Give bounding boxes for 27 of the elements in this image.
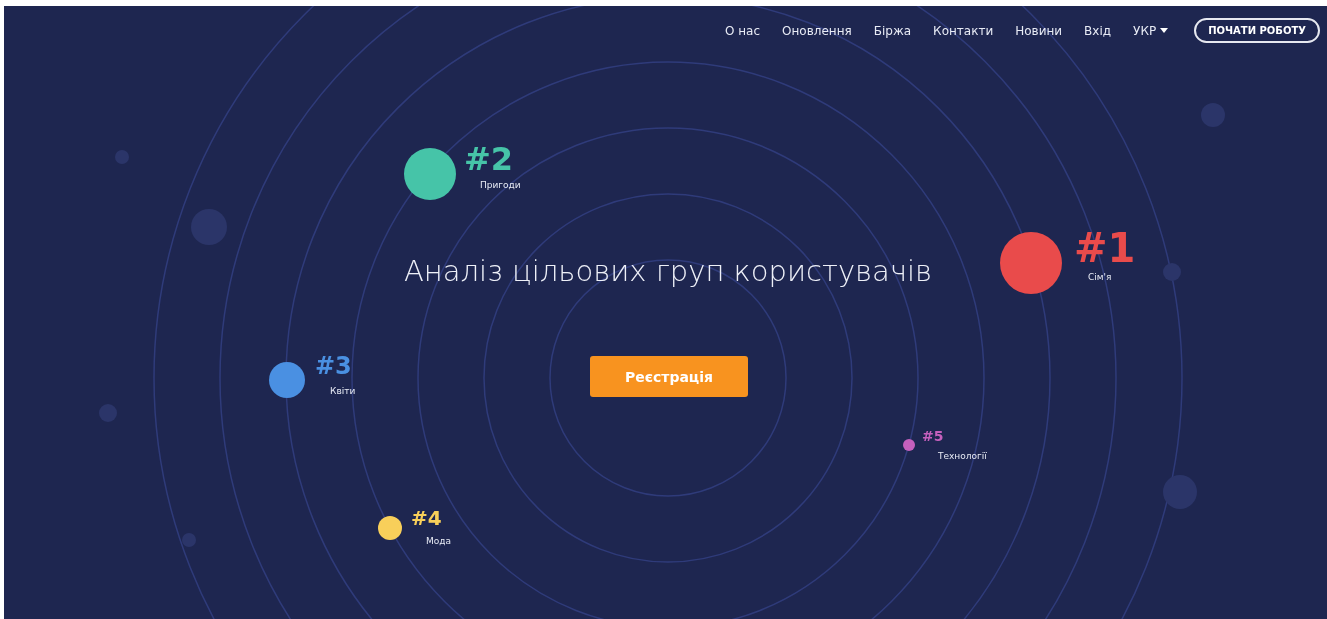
group-label: Сім'я	[1088, 272, 1112, 282]
decorative-dot-icon	[99, 404, 117, 422]
decorative-dot-icon	[182, 533, 196, 547]
language-selector[interactable]: УКР	[1133, 23, 1169, 38]
nav-link[interactable]: Оновлення	[782, 23, 852, 38]
caret-icon	[1160, 28, 1169, 33]
decorative-dot-icon	[1163, 263, 1181, 281]
nav-link[interactable]: О нас	[725, 23, 761, 38]
group-rank: #1	[1074, 228, 1136, 268]
start-button[interactable]: ПОЧАТИ РОБОТУ	[1194, 18, 1320, 43]
group-rank: #2	[464, 143, 514, 175]
group-label: Пригоди	[480, 180, 521, 190]
decorative-dot-icon	[1163, 475, 1197, 509]
hero-title: Аналіз цільових груп користувачів	[403, 254, 933, 288]
group-label: Квіти	[330, 386, 356, 396]
group-label: Мода	[426, 536, 451, 546]
group-rank: #5	[922, 429, 944, 443]
nav-link[interactable]: Новини	[1015, 23, 1063, 38]
nav-link[interactable]: Вхід	[1084, 23, 1112, 38]
nav-link[interactable]: Контакти	[933, 23, 994, 38]
nav-link[interactable]: Біржа	[873, 23, 912, 38]
group-label: Технології	[938, 451, 987, 461]
decorative-dot-icon	[1201, 103, 1225, 127]
group-rank: #4	[411, 508, 442, 528]
decorative-dot-icon	[115, 150, 129, 164]
decorative-dot-icon	[191, 209, 227, 245]
group-rank: #3	[315, 354, 352, 378]
